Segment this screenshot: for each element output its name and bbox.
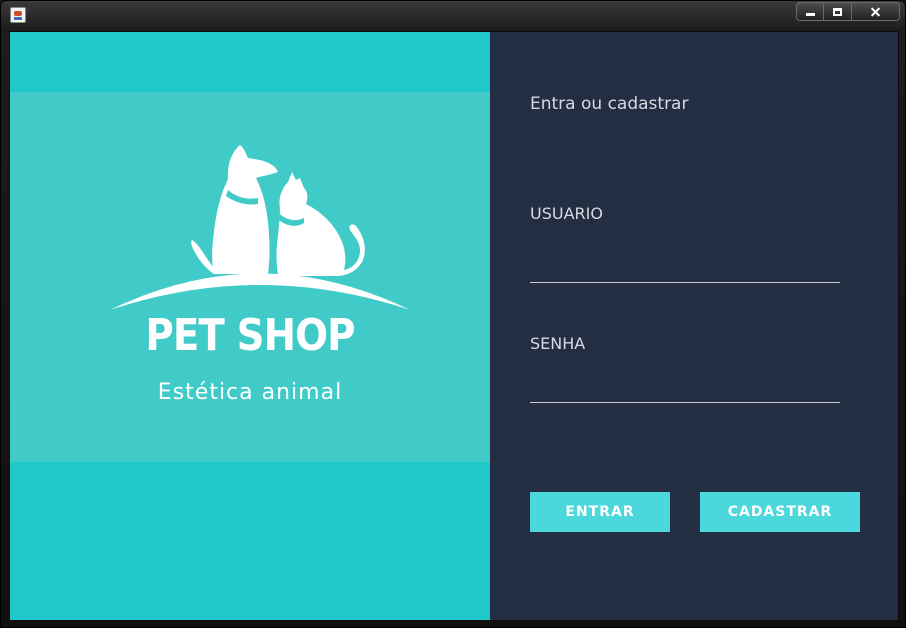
dog-and-cat-icon <box>110 145 410 310</box>
username-label: USUARIO <box>530 204 603 223</box>
password-label: SENHA <box>530 334 586 353</box>
login-panel: Entra ou cadastrar USUARIO SENHA ENTRAR … <box>490 32 898 620</box>
brand-title: PET SHOP <box>145 310 355 361</box>
password-input[interactable] <box>530 373 840 403</box>
register-button[interactable]: CADASTRAR <box>700 492 860 532</box>
brand-panel: PET SHOP Estética animal <box>10 32 490 620</box>
java-app-icon <box>10 7 26 23</box>
minimize-button[interactable] <box>796 2 824 21</box>
brand-tagline: Estética animal <box>157 380 343 405</box>
title-bar[interactable] <box>1 1 905 29</box>
login-button[interactable]: ENTRAR <box>530 492 670 532</box>
login-heading: Entra ou cadastrar <box>530 94 689 114</box>
maximize-button[interactable] <box>824 2 852 21</box>
window-controls <box>796 2 900 21</box>
main-content: PET SHOP Estética animal Entra ou cadast… <box>9 31 899 621</box>
close-button[interactable] <box>852 2 900 21</box>
username-input[interactable] <box>530 253 840 283</box>
maximize-icon <box>833 7 842 16</box>
minimize-icon <box>805 13 815 16</box>
app-window: PET SHOP Estética animal Entra ou cadast… <box>0 0 906 628</box>
